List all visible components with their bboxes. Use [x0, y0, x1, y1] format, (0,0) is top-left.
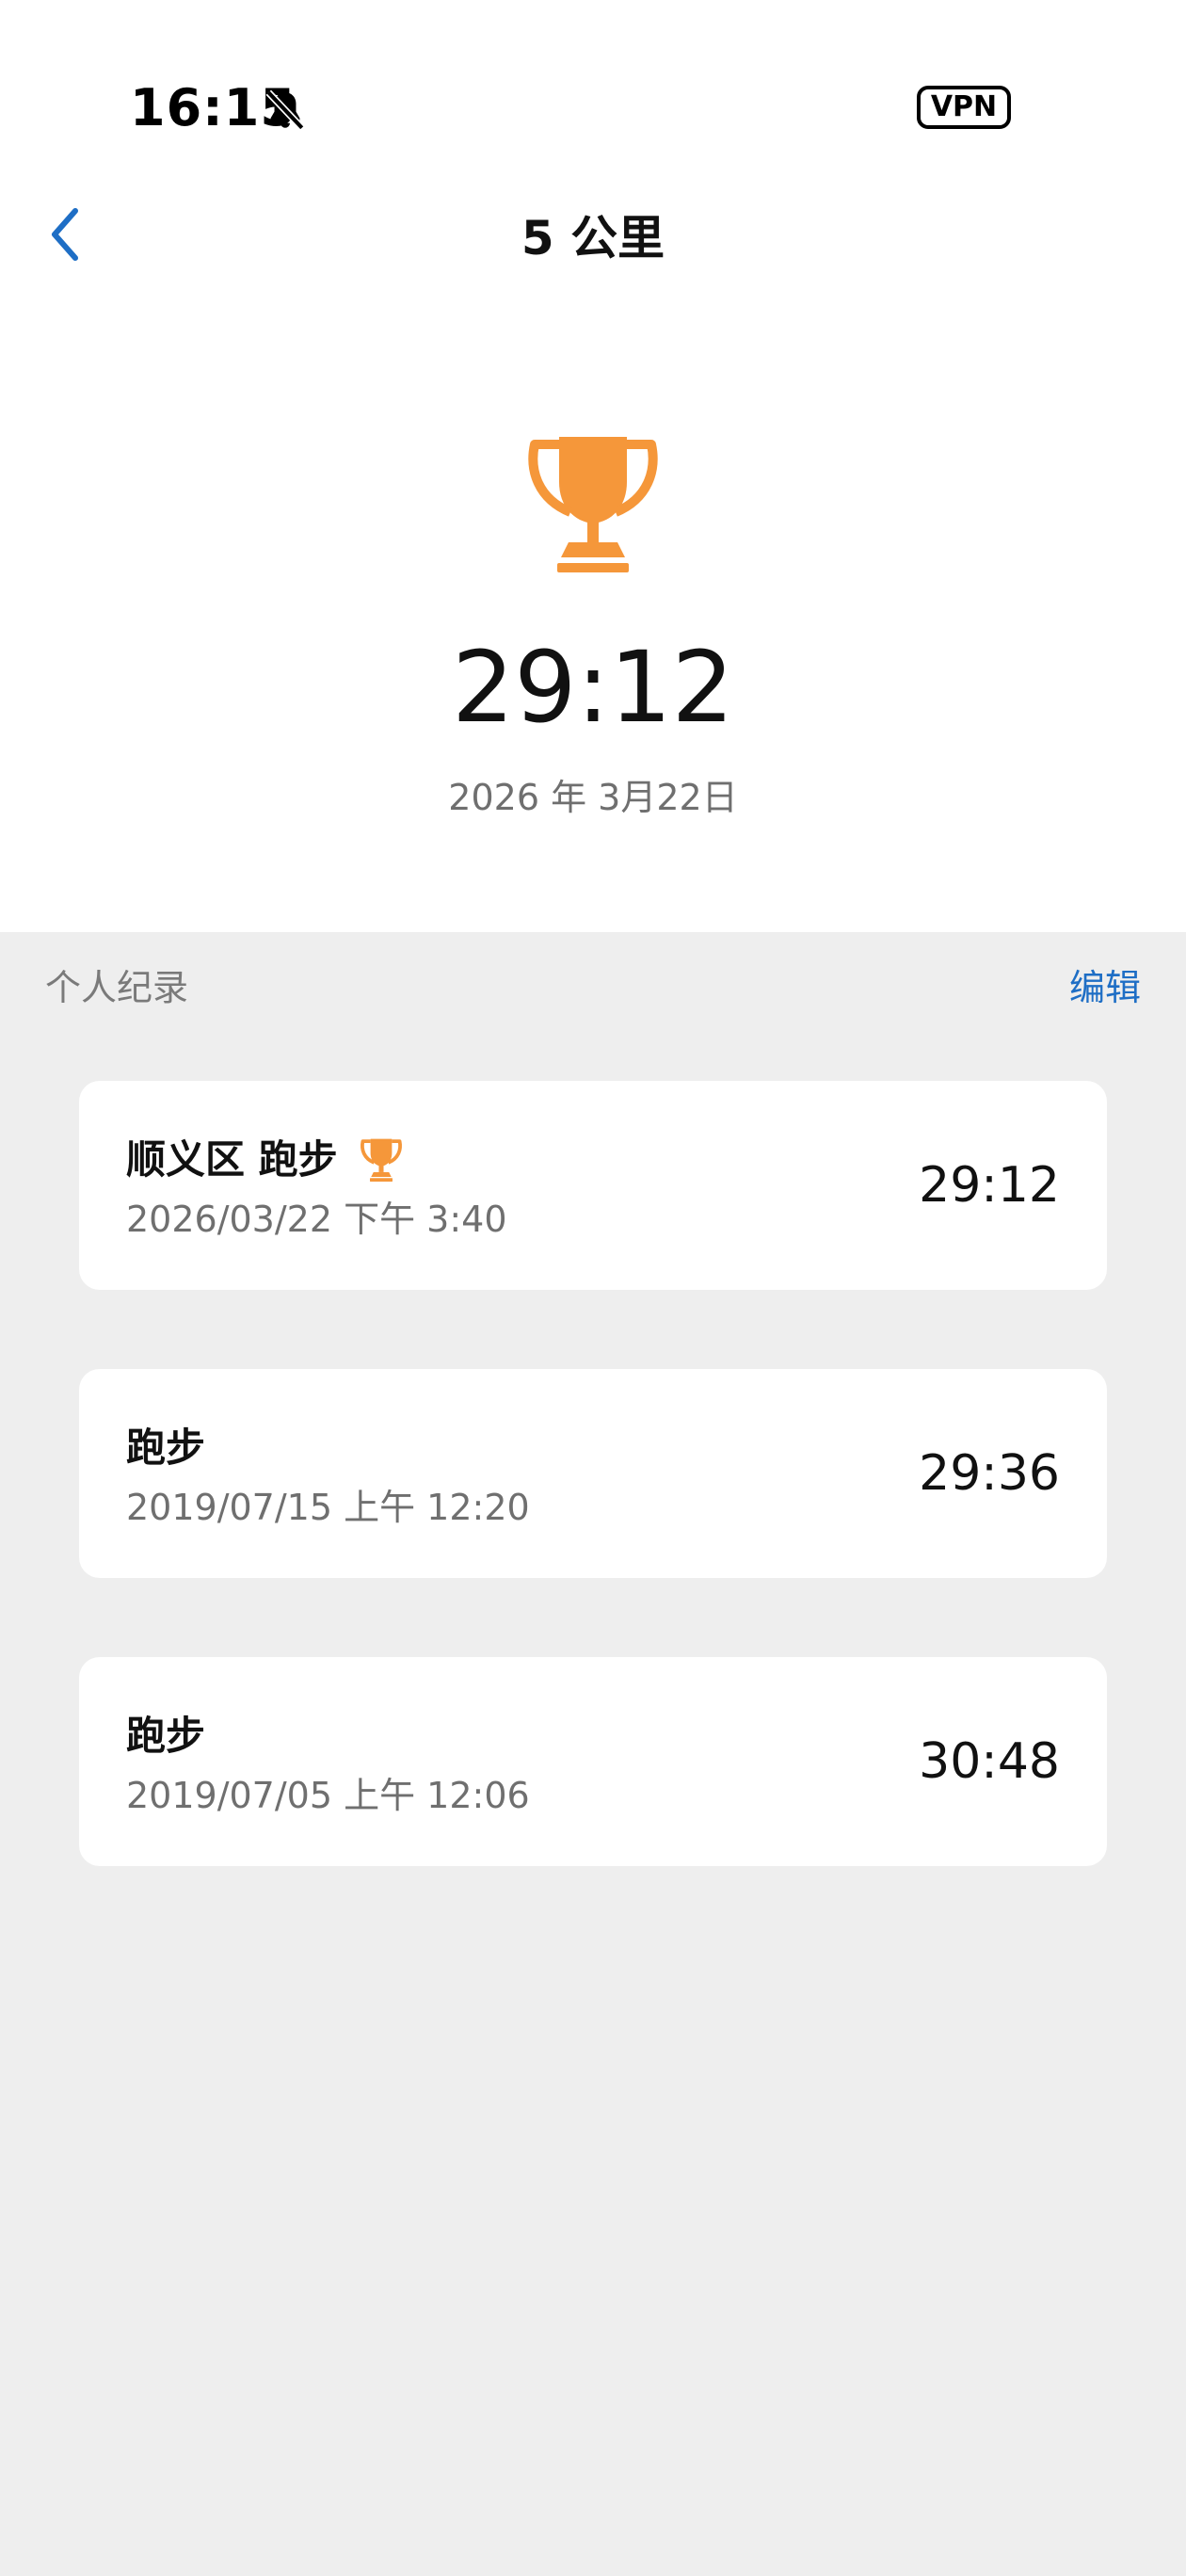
section-label: 个人纪录	[45, 967, 189, 1008]
record-title: 跑步	[126, 1422, 205, 1474]
page-title: 5 公里	[521, 211, 665, 266]
vpn-badge: VPN	[917, 86, 1011, 129]
record-time: 30:48	[919, 1733, 1060, 1790]
best-date: 2026 年 3月22日	[448, 777, 738, 818]
record-time: 29:12	[919, 1157, 1060, 1214]
record-title-text: 顺义区 跑步	[126, 1136, 338, 1183]
record-title-text: 跑步	[126, 1425, 206, 1471]
trophy-icon	[360, 1138, 402, 1183]
record-datetime: 2019/07/05 上午 12:06	[126, 1775, 530, 1816]
record-datetime: 2019/07/15 上午 12:20	[126, 1487, 530, 1528]
trophy-icon	[528, 437, 658, 572]
record-datetime: 2026/03/22 下午 3:40	[126, 1199, 507, 1240]
record-card[interactable]: 跑步 2019/07/05 上午 12:06 30:48	[79, 1657, 1107, 1866]
record-card[interactable]: 跑步 2019/07/15 上午 12:20 29:36	[79, 1369, 1107, 1578]
record-title: 顺义区 跑步	[126, 1134, 404, 1186]
record-card[interactable]: 顺义区 跑步 2026/03/22 下午 3:40 29:12	[79, 1081, 1107, 1290]
record-title: 跑步	[126, 1710, 205, 1763]
best-time: 29:12	[452, 630, 734, 745]
bell-muted-icon	[265, 89, 305, 131]
record-title-text: 跑步	[126, 1713, 206, 1759]
record-time: 29:36	[919, 1445, 1060, 1502]
edit-button[interactable]: 编辑	[1069, 964, 1141, 1011]
